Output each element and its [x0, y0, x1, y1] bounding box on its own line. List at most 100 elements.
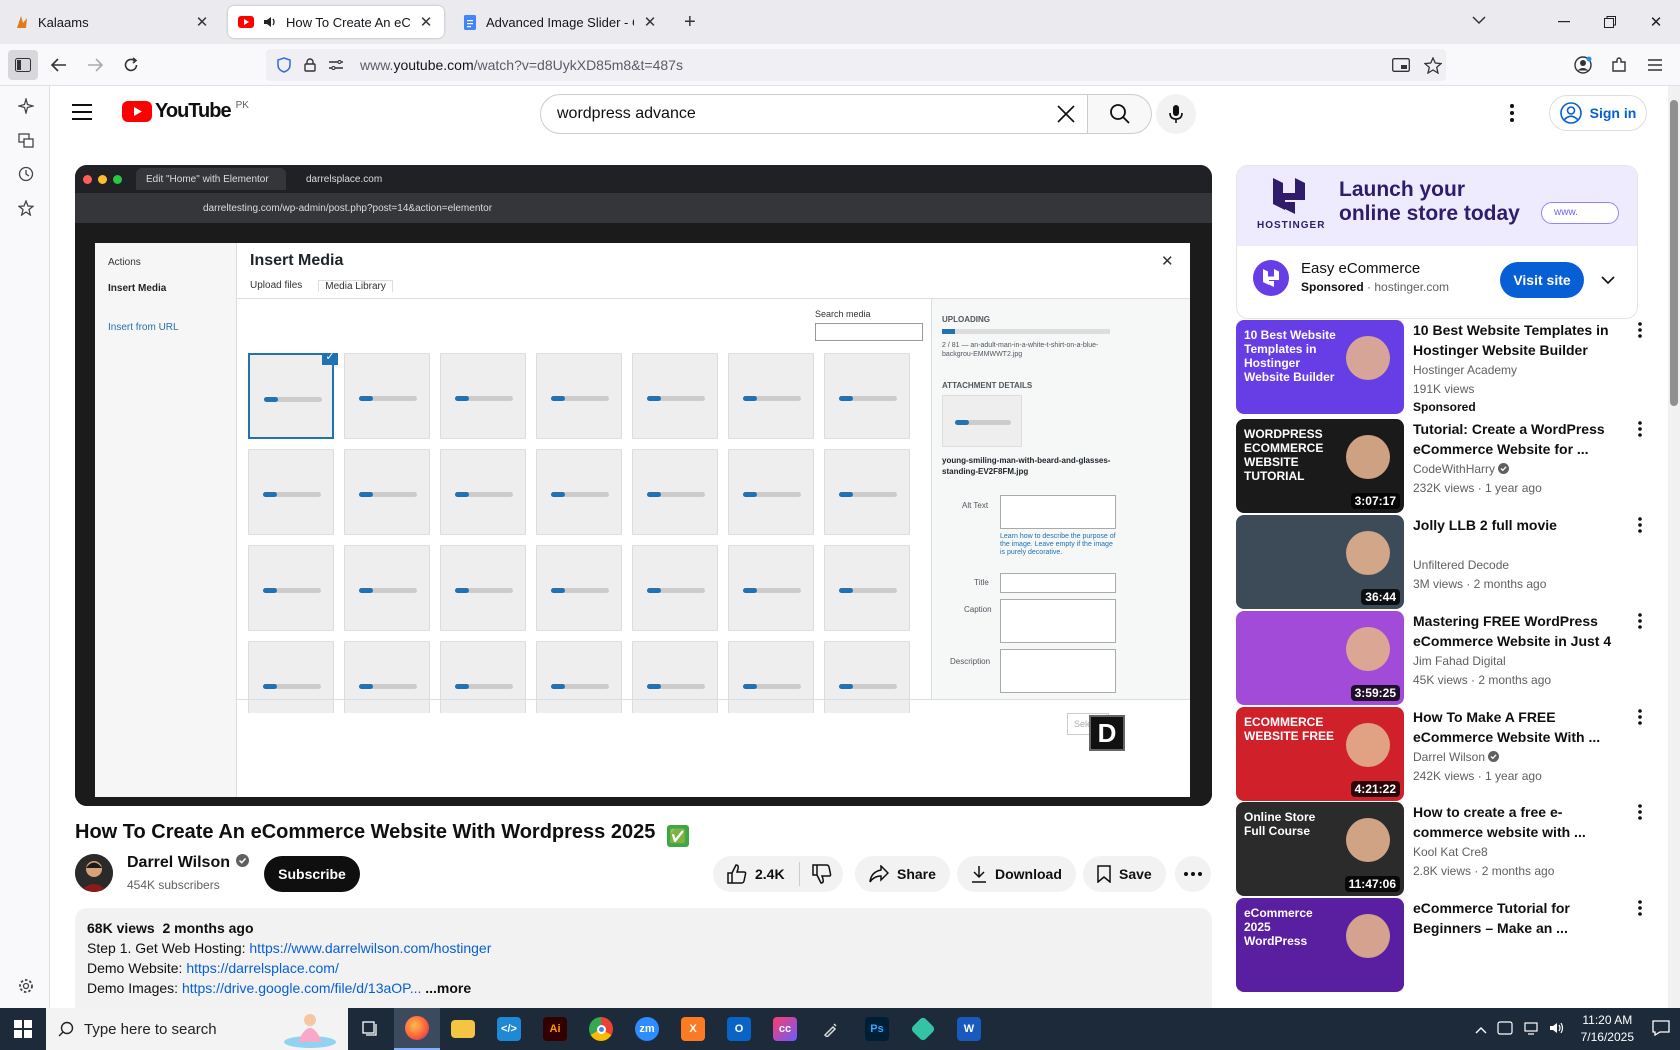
- clear-search-x-icon[interactable]: [1055, 103, 1077, 130]
- new-tab-plus-icon[interactable]: +: [684, 12, 696, 32]
- video-title[interactable]: eCommerce Tutorial for Beginners – Make …: [1413, 898, 1623, 938]
- search-input[interactable]: wordpress advance: [540, 94, 1088, 134]
- share-button[interactable]: Share: [855, 856, 950, 892]
- sidebar-toggle-icon[interactable]: [8, 50, 38, 80]
- illustrator-taskbar-icon[interactable]: Ai: [532, 1008, 578, 1050]
- bookmarks-star-icon[interactable]: [14, 196, 38, 220]
- video-title[interactable]: Mastering FREE WordPress eCommerce Websi…: [1413, 611, 1623, 651]
- customize-sidebar-gear-icon[interactable]: [14, 974, 38, 998]
- channel-name[interactable]: Unfiltered Decode: [1413, 558, 1509, 572]
- demo-website-link[interactable]: https://darrelsplace.com/: [186, 960, 339, 976]
- guide-menu-hamburger-icon[interactable]: [72, 104, 92, 125]
- app-gem-taskbar-icon[interactable]: [900, 1008, 946, 1050]
- show-more-button[interactable]: ...more: [425, 980, 471, 996]
- channel-name[interactable]: Darrel Wilson: [127, 854, 230, 872]
- app-menu-hamburger-icon[interactable]: [1640, 50, 1670, 80]
- forward-arrow-icon[interactable]: [80, 50, 110, 80]
- download-button[interactable]: Download: [957, 856, 1076, 892]
- video-thumbnail[interactable]: ECOMMERCE WEBSITE FREE 4:21:22: [1236, 707, 1404, 801]
- word-taskbar-icon[interactable]: W: [946, 1008, 992, 1050]
- recommended-video[interactable]: 10 Best Website Templates in Hostinger W…: [1236, 320, 1666, 414]
- ad-expand-chevron-icon[interactable]: [1601, 272, 1615, 290]
- ai-chatbot-icon[interactable]: [14, 94, 38, 118]
- synced-tabs-icon[interactable]: [14, 128, 38, 152]
- xampp-taskbar-icon[interactable]: X: [670, 1008, 716, 1050]
- voice-search-button[interactable]: [1156, 94, 1196, 134]
- ad-banner[interactable]: HOSTINGER Launch your online store today …: [1237, 166, 1637, 246]
- video-thumbnail[interactable]: 3:59:25: [1236, 611, 1404, 705]
- video-options-kebab-icon[interactable]: [1630, 709, 1650, 730]
- history-clock-icon[interactable]: [14, 162, 38, 186]
- youtube-logo[interactable]: YouTube PK: [122, 100, 249, 123]
- recommended-video[interactable]: 3:59:25 Mastering FREE WordPress eCommerc…: [1236, 611, 1666, 705]
- address-bar[interactable]: www.youtube.com/watch?v=d8UykXD85m8&t=48…: [266, 49, 1446, 81]
- creative-cloud-taskbar-icon[interactable]: cc: [762, 1008, 808, 1050]
- more-actions-button[interactable]: [1175, 856, 1211, 892]
- page-scrollbar[interactable]: [1668, 86, 1680, 1008]
- video-title[interactable]: 10 Best Website Templates in Hostinger W…: [1413, 320, 1623, 360]
- pen-tool-taskbar-icon[interactable]: [808, 1008, 854, 1050]
- taskbar-search-box[interactable]: Type here to search: [46, 1008, 348, 1050]
- video-options-kebab-icon[interactable]: [1630, 517, 1650, 538]
- extensions-puzzle-icon[interactable]: [1604, 50, 1634, 80]
- video-options-kebab-icon[interactable]: [1630, 804, 1650, 825]
- video-description[interactable]: 68K views 2 months ago Step 1. Get Web H…: [75, 908, 1212, 1008]
- site-permissions-icon[interactable]: [328, 57, 344, 73]
- sign-in-button[interactable]: Sign in: [1549, 95, 1647, 131]
- browser-tab-youtube[interactable]: How To Create An eComme ✕: [228, 6, 444, 38]
- recommended-video[interactable]: Online Store Full Course 11:47:06 How to c…: [1236, 802, 1666, 896]
- video-thumbnail[interactable]: 10 Best Website Templates in Hostinger W…: [1236, 320, 1404, 414]
- lock-icon[interactable]: [302, 57, 318, 73]
- reload-icon[interactable]: [116, 50, 146, 80]
- task-view-icon[interactable]: [348, 1008, 394, 1050]
- video-thumbnail[interactable]: WORDPRESS ECOMMERCE WEBSITE TUTORIAL 3:07…: [1236, 419, 1404, 513]
- zoom-taskbar-icon[interactable]: zm: [624, 1008, 670, 1050]
- video-title[interactable]: How to create a free e-commerce website …: [1413, 802, 1623, 842]
- video-thumbnail[interactable]: Online Store Full Course 11:47:06: [1236, 802, 1404, 896]
- chrome-taskbar-icon[interactable]: [578, 1008, 624, 1050]
- video-options-kebab-icon[interactable]: [1630, 613, 1650, 634]
- video-options-kebab-icon[interactable]: [1630, 421, 1650, 442]
- channel-name[interactable]: Jim Fahad Digital: [1413, 654, 1506, 668]
- video-thumbnail[interactable]: 36:44: [1236, 515, 1404, 609]
- recommended-video[interactable]: WORDPRESS ECOMMERCE WEBSITE TUTORIAL 3:07…: [1236, 419, 1666, 513]
- close-tab-icon[interactable]: ✕: [194, 13, 210, 31]
- close-tab-icon[interactable]: ✕: [418, 13, 434, 31]
- settings-kebab-icon[interactable]: [1510, 104, 1514, 127]
- close-window-icon[interactable]: ✕: [1638, 8, 1674, 36]
- outlook-taskbar-icon[interactable]: O: [716, 1008, 762, 1050]
- channel-name[interactable]: Hostinger Academy: [1413, 363, 1517, 377]
- file-explorer-taskbar-icon[interactable]: [440, 1008, 486, 1050]
- video-options-kebab-icon[interactable]: [1630, 900, 1650, 921]
- photoshop-taskbar-icon[interactable]: Ps: [854, 1008, 900, 1050]
- picture-in-picture-icon[interactable]: [1386, 50, 1416, 80]
- video-player[interactable]: Edit "Home" with Elementor darrelsplace.…: [75, 165, 1212, 806]
- scrollbar-thumb[interactable]: [1670, 100, 1678, 406]
- video-title[interactable]: How To Make A FREE eCommerce Website Wit…: [1413, 707, 1623, 747]
- channel-name[interactable]: Kool Kat Cre8: [1413, 845, 1488, 859]
- clock[interactable]: 11:20 AM 7/16/2025: [1581, 1012, 1634, 1046]
- subscribe-button[interactable]: Subscribe: [264, 856, 360, 892]
- list-all-tabs-chevron-icon[interactable]: [1472, 12, 1486, 28]
- vscode-taskbar-icon[interactable]: </>: [486, 1008, 532, 1050]
- show-hidden-icons-chevron-icon[interactable]: [1475, 1022, 1487, 1037]
- bookmark-star-icon[interactable]: [1418, 50, 1448, 80]
- minimize-window-icon[interactable]: [1546, 8, 1582, 36]
- tracking-protection-shield-icon[interactable]: [276, 57, 292, 73]
- video-thumbnail[interactable]: eCommerce 2025 WordPress: [1236, 898, 1404, 992]
- channel-name[interactable]: CodeWithHarry: [1413, 462, 1510, 476]
- channel-avatar[interactable]: [75, 854, 113, 892]
- demo-images-link[interactable]: https://drive.google.com/file/d/13aOP...: [182, 980, 421, 996]
- hosting-link[interactable]: https://www.darrelwilson.com/hostinger: [249, 940, 491, 956]
- close-tab-icon[interactable]: ✕: [642, 13, 658, 31]
- windows-start-icon[interactable]: [0, 1008, 46, 1050]
- visit-site-button[interactable]: Visit site: [1500, 262, 1584, 298]
- video-title[interactable]: Jolly LLB 2 full movie: [1413, 515, 1623, 535]
- back-arrow-icon[interactable]: [44, 50, 74, 80]
- account-icon[interactable]: [1568, 50, 1598, 80]
- sponsored-ad-card[interactable]: HOSTINGER Launch your online store today …: [1236, 165, 1638, 319]
- meet-now-icon[interactable]: [1497, 1020, 1513, 1038]
- notification-center-icon[interactable]: [1652, 1019, 1670, 1039]
- network-icon[interactable]: [1523, 1021, 1539, 1038]
- browser-tab-kalaams[interactable]: Kalaams ✕: [4, 6, 220, 38]
